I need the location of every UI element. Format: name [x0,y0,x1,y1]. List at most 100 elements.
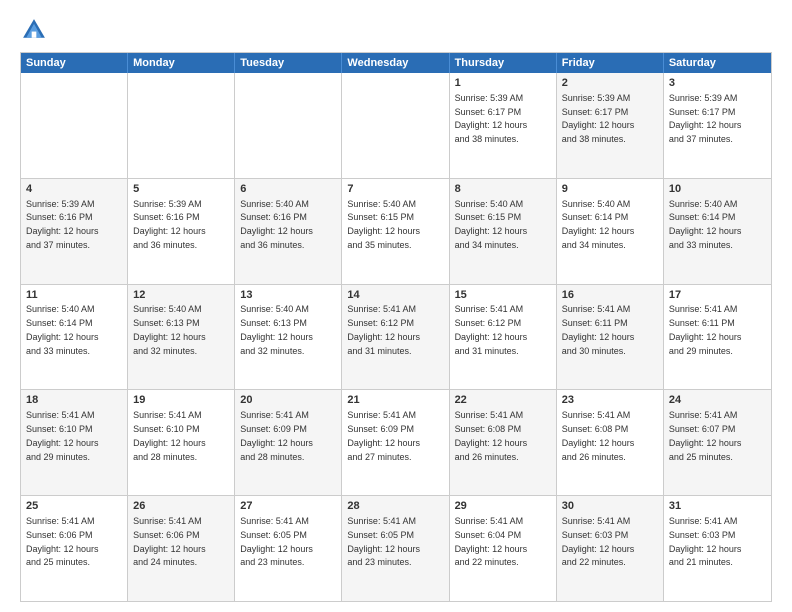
day-number: 1 [455,76,551,91]
day-cell-23: 23 Sunrise: 5:41 AM Sunset: 6:08 PM Dayli… [557,390,664,495]
day-cell-17: 17Sunrise: 5:41 AM Sunset: 6:11 PM Dayli… [664,285,771,390]
day-number: 29 [455,499,551,514]
day-info: Sunrise: 5:41 AM Sunset: 6:06 PM Dayligh… [133,516,206,567]
day-cell-18: 18 Sunrise: 5:41 AM Sunset: 6:10 PM Dayli… [21,390,128,495]
day-info: Sunrise: 5:40 AM Sunset: 6:16 PM Dayligh… [240,199,313,250]
day-info: Sunrise: 5:41 AM Sunset: 6:10 PM Dayligh… [133,410,206,461]
day-info: Sunrise: 5:41 AM Sunset: 6:08 PM Dayligh… [562,410,635,461]
day-number: 28 [347,499,443,514]
day-cell-7: 7Sunrise: 5:40 AM Sunset: 6:15 PM Daylig… [342,179,449,284]
day-number: 26 [133,499,229,514]
day-number: 16 [562,288,658,303]
day-number: 4 [26,182,122,197]
day-cell-20: 20 Sunrise: 5:41 AM Sunset: 6:09 PM Dayli… [235,390,342,495]
day-cell-14: 14Sunrise: 5:41 AM Sunset: 6:12 PM Dayli… [342,285,449,390]
day-number: 17 [669,288,766,303]
day-cell-26: 26 Sunrise: 5:41 AM Sunset: 6:06 PM Dayli… [128,496,235,601]
day-number: 25 [26,499,122,514]
day-cell-8: 8 Sunrise: 5:40 AM Sunset: 6:15 PM Daylig… [450,179,557,284]
day-info: Sunrise: 5:39 AM Sunset: 6:16 PM Dayligh… [133,199,206,250]
calendar-row-1: 4 Sunrise: 5:39 AM Sunset: 6:16 PM Daylig… [21,178,771,284]
day-cell-24: 24Sunrise: 5:41 AM Sunset: 6:07 PM Dayli… [664,390,771,495]
logo [20,16,52,44]
day-number: 20 [240,393,336,408]
day-info: Sunrise: 5:41 AM Sunset: 6:12 PM Dayligh… [347,304,420,355]
day-cell-27: 27Sunrise: 5:41 AM Sunset: 6:05 PM Dayli… [235,496,342,601]
day-number: 24 [669,393,766,408]
day-number: 5 [133,182,229,197]
page: SundayMondayTuesdayWednesdayThursdayFrid… [0,0,792,612]
day-number: 2 [562,76,658,91]
day-cell-10: 10 Sunrise: 5:40 AM Sunset: 6:14 PM Dayli… [664,179,771,284]
day-number: 15 [455,288,551,303]
day-cell-9: 9 Sunrise: 5:40 AM Sunset: 6:14 PM Daylig… [557,179,664,284]
header [20,16,772,44]
day-info: Sunrise: 5:41 AM Sunset: 6:11 PM Dayligh… [669,304,742,355]
day-number: 19 [133,393,229,408]
day-info: Sunrise: 5:39 AM Sunset: 6:17 PM Dayligh… [562,93,635,144]
day-cell-22: 22 Sunrise: 5:41 AM Sunset: 6:08 PM Dayli… [450,390,557,495]
day-info: Sunrise: 5:41 AM Sunset: 6:09 PM Dayligh… [240,410,313,461]
day-info: Sunrise: 5:40 AM Sunset: 6:14 PM Dayligh… [562,199,635,250]
header-day-sunday: Sunday [21,53,128,73]
day-number: 9 [562,182,658,197]
day-cell-11: 11Sunrise: 5:40 AM Sunset: 6:14 PM Dayli… [21,285,128,390]
day-info: Sunrise: 5:41 AM Sunset: 6:05 PM Dayligh… [347,516,420,567]
day-number: 22 [455,393,551,408]
day-number: 18 [26,393,122,408]
day-cell-6: 6 Sunrise: 5:40 AM Sunset: 6:16 PM Daylig… [235,179,342,284]
day-number: 8 [455,182,551,197]
day-info: Sunrise: 5:40 AM Sunset: 6:14 PM Dayligh… [26,304,99,355]
day-number: 11 [26,288,122,303]
day-number: 14 [347,288,443,303]
calendar-row-4: 25 Sunrise: 5:41 AM Sunset: 6:06 PM Dayli… [21,495,771,601]
calendar: SundayMondayTuesdayWednesdayThursdayFrid… [20,52,772,602]
day-info: Sunrise: 5:39 AM Sunset: 6:16 PM Dayligh… [26,199,99,250]
day-number: 13 [240,288,336,303]
header-day-tuesday: Tuesday [235,53,342,73]
day-number: 6 [240,182,336,197]
calendar-row-3: 18 Sunrise: 5:41 AM Sunset: 6:10 PM Dayli… [21,389,771,495]
day-info: Sunrise: 5:40 AM Sunset: 6:15 PM Dayligh… [455,199,528,250]
day-info: Sunrise: 5:39 AM Sunset: 6:17 PM Dayligh… [669,93,742,144]
day-cell-3: 3Sunrise: 5:39 AM Sunset: 6:17 PM Daylig… [664,73,771,178]
day-cell-19: 19 Sunrise: 5:41 AM Sunset: 6:10 PM Dayli… [128,390,235,495]
day-cell-12: 12Sunrise: 5:40 AM Sunset: 6:13 PM Dayli… [128,285,235,390]
empty-cell-0-1 [128,73,235,178]
day-cell-5: 5 Sunrise: 5:39 AM Sunset: 6:16 PM Daylig… [128,179,235,284]
day-info: Sunrise: 5:40 AM Sunset: 6:13 PM Dayligh… [240,304,313,355]
logo-icon [20,16,48,44]
day-info: Sunrise: 5:41 AM Sunset: 6:11 PM Dayligh… [562,304,635,355]
day-info: Sunrise: 5:41 AM Sunset: 6:09 PM Dayligh… [347,410,420,461]
day-cell-30: 30 Sunrise: 5:41 AM Sunset: 6:03 PM Dayli… [557,496,664,601]
day-number: 30 [562,499,658,514]
day-cell-13: 13Sunrise: 5:40 AM Sunset: 6:13 PM Dayli… [235,285,342,390]
day-info: Sunrise: 5:41 AM Sunset: 6:05 PM Dayligh… [240,516,313,567]
day-info: Sunrise: 5:41 AM Sunset: 6:04 PM Dayligh… [455,516,528,567]
header-day-monday: Monday [128,53,235,73]
calendar-header: SundayMondayTuesdayWednesdayThursdayFrid… [21,53,771,73]
day-cell-2: 2 Sunrise: 5:39 AM Sunset: 6:17 PM Daylig… [557,73,664,178]
day-number: 21 [347,393,443,408]
day-cell-1: 1 Sunrise: 5:39 AM Sunset: 6:17 PM Daylig… [450,73,557,178]
header-day-saturday: Saturday [664,53,771,73]
day-number: 10 [669,182,766,197]
day-number: 12 [133,288,229,303]
day-info: Sunrise: 5:41 AM Sunset: 6:10 PM Dayligh… [26,410,99,461]
day-number: 23 [562,393,658,408]
day-info: Sunrise: 5:41 AM Sunset: 6:08 PM Dayligh… [455,410,528,461]
day-cell-29: 29 Sunrise: 5:41 AM Sunset: 6:04 PM Dayli… [450,496,557,601]
day-info: Sunrise: 5:41 AM Sunset: 6:06 PM Dayligh… [26,516,99,567]
day-cell-25: 25 Sunrise: 5:41 AM Sunset: 6:06 PM Dayli… [21,496,128,601]
day-cell-4: 4 Sunrise: 5:39 AM Sunset: 6:16 PM Daylig… [21,179,128,284]
header-day-friday: Friday [557,53,664,73]
calendar-row-2: 11Sunrise: 5:40 AM Sunset: 6:14 PM Dayli… [21,284,771,390]
day-info: Sunrise: 5:41 AM Sunset: 6:03 PM Dayligh… [562,516,635,567]
day-cell-28: 28 Sunrise: 5:41 AM Sunset: 6:05 PM Dayli… [342,496,449,601]
header-day-thursday: Thursday [450,53,557,73]
day-cell-21: 21 Sunrise: 5:41 AM Sunset: 6:09 PM Dayli… [342,390,449,495]
day-info: Sunrise: 5:39 AM Sunset: 6:17 PM Dayligh… [455,93,528,144]
day-info: Sunrise: 5:40 AM Sunset: 6:14 PM Dayligh… [669,199,742,250]
empty-cell-0-3 [342,73,449,178]
day-cell-16: 16Sunrise: 5:41 AM Sunset: 6:11 PM Dayli… [557,285,664,390]
